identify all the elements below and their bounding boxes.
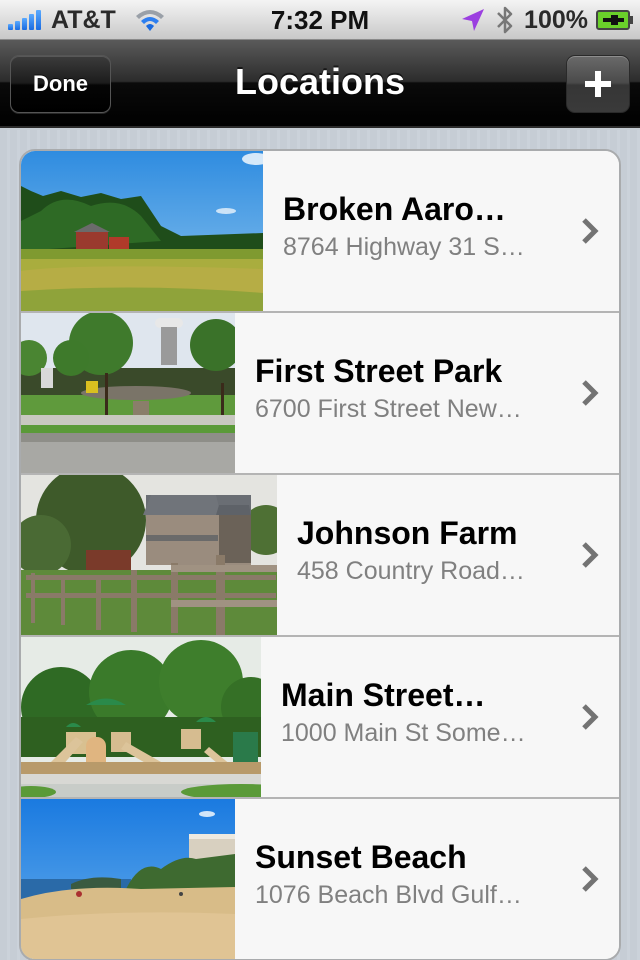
location-photo — [21, 151, 263, 311]
chevron-right-icon — [582, 218, 599, 244]
chevron-right-icon — [582, 380, 599, 406]
list-item[interactable]: Main Street… 1000 Main St Some… — [21, 637, 619, 799]
list-item[interactable]: Broken Aaro… 8764 Highway 31 S… — [21, 151, 619, 313]
navigation-bar: Done Locations — [0, 40, 640, 128]
location-address: 458 Country Road… — [297, 557, 525, 585]
location-name: Johnson Farm — [297, 515, 518, 551]
content-area: Broken Aaro… 8764 Highway 31 S… First St… — [0, 130, 640, 960]
location-photo — [21, 637, 261, 797]
list-item[interactable]: First Street Park 6700 First Street New… — [21, 313, 619, 475]
battery-percent: 100% — [524, 5, 588, 34]
location-photo — [21, 799, 235, 959]
location-address: 6700 First Street New… — [255, 395, 522, 423]
location-name: Sunset Beach — [255, 839, 467, 875]
location-address: 1000 Main St Some… — [281, 719, 526, 747]
location-address: 8764 Highway 31 S… — [283, 233, 525, 261]
chevron-right-icon — [582, 866, 599, 892]
location-arrow-icon — [462, 9, 485, 31]
page-title: Locations — [234, 61, 405, 102]
chevron-right-icon — [582, 704, 599, 730]
location-photo — [21, 313, 235, 473]
list-item[interactable]: Sunset Beach 1076 Beach Blvd Gulf… — [21, 799, 619, 959]
location-name: First Street Park — [255, 353, 503, 389]
locations-list[interactable]: Broken Aaro… 8764 Highway 31 S… First St… — [19, 149, 621, 960]
chevron-right-icon — [582, 542, 599, 568]
add-location-button[interactable] — [566, 55, 630, 113]
status-bar: AT&T 7:32 PM 100% — [0, 0, 640, 40]
location-address: 1076 Beach Blvd Gulf… — [255, 881, 522, 909]
plus-icon — [585, 71, 611, 97]
location-photo — [21, 475, 277, 635]
list-item[interactable]: Johnson Farm 458 Country Road… — [21, 475, 619, 637]
bluetooth-icon — [497, 6, 513, 34]
location-name: Broken Aaro… — [283, 191, 506, 227]
battery-charging-icon — [596, 10, 633, 30]
location-name: Main Street… — [281, 677, 486, 713]
